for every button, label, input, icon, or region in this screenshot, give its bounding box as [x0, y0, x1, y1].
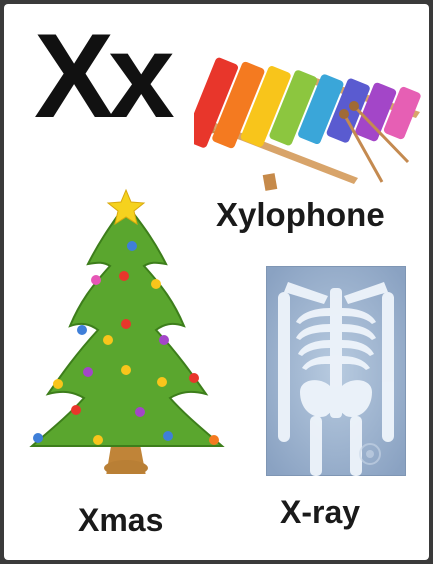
heading-letter: Xx — [34, 9, 175, 143]
flashcard: Xx Xylophone Xmas X-ray — [4, 4, 429, 560]
xray-label: X-ray — [280, 494, 361, 530]
xray-icon — [266, 266, 406, 476]
christmas-tree-icon — [29, 188, 225, 474]
xylophone-icon — [194, 57, 421, 191]
xylophone-label: Xylophone — [216, 196, 385, 233]
page-frame: Xx Xylophone Xmas X-ray — [0, 0, 433, 564]
xmas-label: Xmas — [78, 502, 164, 538]
